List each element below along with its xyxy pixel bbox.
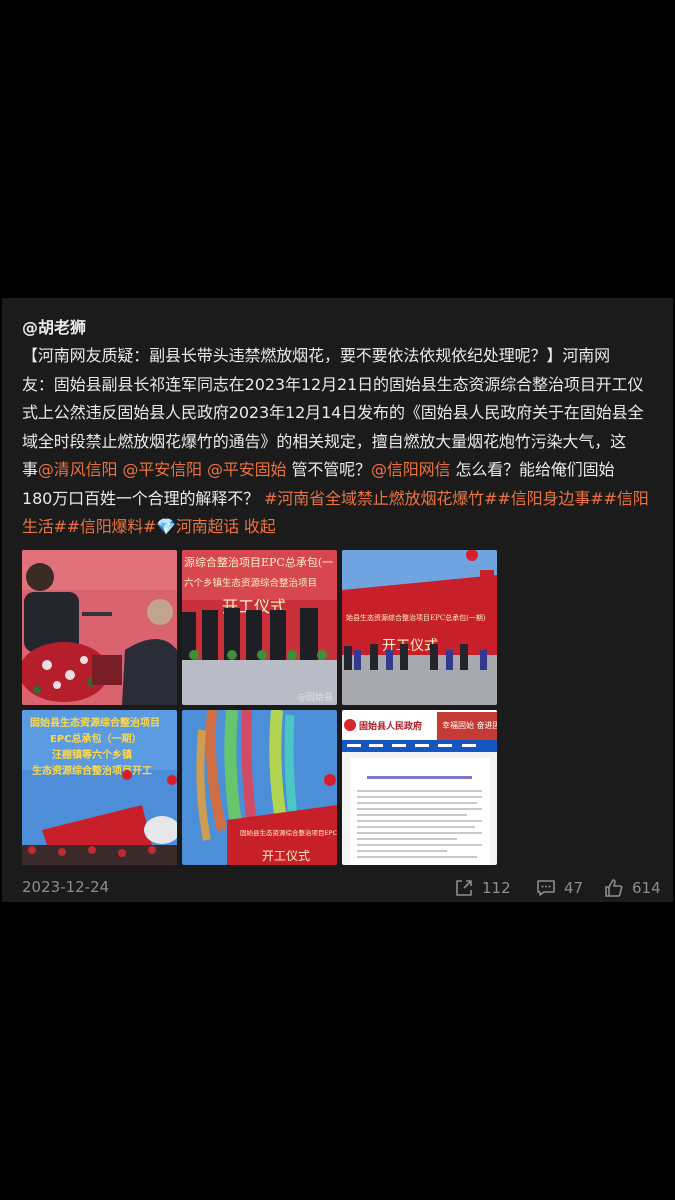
banner-text: 固始县生态资源综合整治项目EPC总承包 [240, 828, 337, 837]
post-line: 事@清风信阳 @平安信阳 @平安固始 管不管呢？@信阳网信 怎么看？能给俺们固始 [22, 456, 662, 485]
svg-text:固始县生态资源综合整治项目: 固始县生态资源综合整治项目 [30, 716, 160, 729]
mention-link[interactable]: @平安固始 [207, 460, 287, 479]
mention-link[interactable]: @信阳网信 [371, 460, 451, 479]
svg-text:EPC总承包（一期）: EPC总承包（一期） [50, 732, 142, 745]
post-author[interactable]: @胡老狮 [22, 314, 86, 338]
photo-outdoor-stage[interactable]: 始县生态资源综合整治项目EPC总承包(一期) 开工仪式 [342, 550, 497, 705]
topic-link[interactable]: #河南省全域禁止燃放烟花爆竹##信阳身边事##信阳 [264, 489, 649, 508]
photo-speaker[interactable] [22, 550, 177, 705]
post-card: @胡老狮 【河南网友质疑：副县长带头违禁燃放烟花，要不要依法依规依纪处理呢？】河… [2, 298, 673, 902]
post-text: 式上公然违反固始县人民政府2023年12月14日发布的《固始县人民政府关于在固始… [22, 403, 644, 422]
post-text: 事 [22, 460, 38, 479]
topic-link[interactable]: 生活##信阳爆料# [22, 517, 156, 536]
post-line: 180万口百姓一个合理的解释不？ #河南省全域禁止燃放烟花爆竹##信阳身边事##… [22, 485, 662, 514]
comment-icon [537, 880, 555, 896]
site-slogan: 幸福固始 奋进固始 [442, 720, 497, 730]
mention-link[interactable]: @平安信阳 [122, 460, 202, 479]
topic-link[interactable]: 河南超话 收起 [176, 517, 276, 536]
ceremony-sign: 开工仪式 [262, 849, 310, 863]
post-text: 怎么看？能给俺们固始 [450, 460, 615, 479]
post-footer: 2023-12-24 112 47 614 [22, 878, 662, 902]
like-button[interactable]: 614 [604, 878, 661, 898]
post-text: 友：固始县副县长祁连军同志在2023年12月21日的固始县生态资源综合整治项目开… [22, 374, 644, 394]
post-text: 【河南网友质疑：副县长带头违禁燃放烟花，要不要依法依规依纪处理呢？】河南网 [22, 346, 611, 365]
post-text: 180万口百姓一个合理的解释不？ [22, 488, 265, 508]
site-name: 固始县人民政府 [359, 720, 422, 732]
post-line: 生活##信阳爆料#💎河南超话 收起 [22, 513, 662, 542]
post-text: 域全时段禁止燃放烟花爆竹的通告》的相关规定，擅自燃放大量烟花炮竹污染大气，这 [22, 431, 627, 451]
comment-count: 47 [564, 879, 584, 897]
thumbs-up-icon [605, 879, 623, 897]
svg-text:汪棚镇等六个乡镇: 汪棚镇等六个乡镇 [52, 748, 132, 761]
post-date: 2023-12-24 [22, 878, 110, 896]
topic-link[interactable]: 💎 [156, 517, 176, 536]
post-body: 【河南网友质疑：副县长带头违禁燃放烟花，要不要依法依规依纪处理呢？】河南网友：固… [22, 342, 662, 542]
comment-button[interactable]: 47 [536, 878, 583, 898]
post-text: 管不管呢？ [286, 460, 371, 479]
share-count: 112 [482, 879, 511, 897]
banner-text: 源综合整治项目EPC总承包(一 [184, 555, 333, 569]
banner-subtext: 六个乡镇生态资源综合整治项目 [184, 577, 317, 589]
photo-blue-banner[interactable]: 固始县生态资源综合整治项目 EPC总承包（一期） 汪棚镇等六个乡镇 生态资源综合… [22, 710, 177, 865]
watermark: @固始县 [297, 691, 333, 703]
mention-link[interactable]: @清风信阳 [38, 460, 118, 479]
post-line: 友：固始县副县长祁连军同志在2023年12月21日的固始县生态资源综合整治项目开… [22, 371, 662, 400]
screenshot-government-site[interactable]: 固始县人民政府 幸福固始 奋进固始 [342, 710, 497, 865]
photo-colored-smoke[interactable]: 固始县生态资源综合整治项目EPC总承包 开工仪式 [182, 710, 337, 865]
like-count: 614 [632, 879, 661, 897]
post-line: 域全时段禁止燃放烟花爆竹的通告》的相关规定，擅自燃放大量烟花炮竹污染大气，这 [22, 428, 662, 457]
post-line: 式上公然违反固始县人民政府2023年12月14日发布的《固始县人民政府关于在固始… [22, 399, 662, 428]
photo-ceremony-stage[interactable]: 源综合整治项目EPC总承包(一 六个乡镇生态资源综合整治项目 开工仪式 @固始县 [182, 550, 337, 705]
svg-text:生态资源综合整治项目开工: 生态资源综合整治项目开工 [32, 764, 152, 777]
banner-text: 始县生态资源综合整治项目EPC总承包(一期) [346, 613, 486, 622]
share-button[interactable]: 112 [454, 878, 511, 898]
image-grid: 源综合整治项目EPC总承包(一 六个乡镇生态资源综合整治项目 开工仪式 @固始县… [22, 550, 498, 865]
share-icon [456, 880, 472, 896]
post-line: 【河南网友质疑：副县长带头违禁燃放烟花，要不要依法依规依纪处理呢？】河南网 [22, 342, 662, 371]
